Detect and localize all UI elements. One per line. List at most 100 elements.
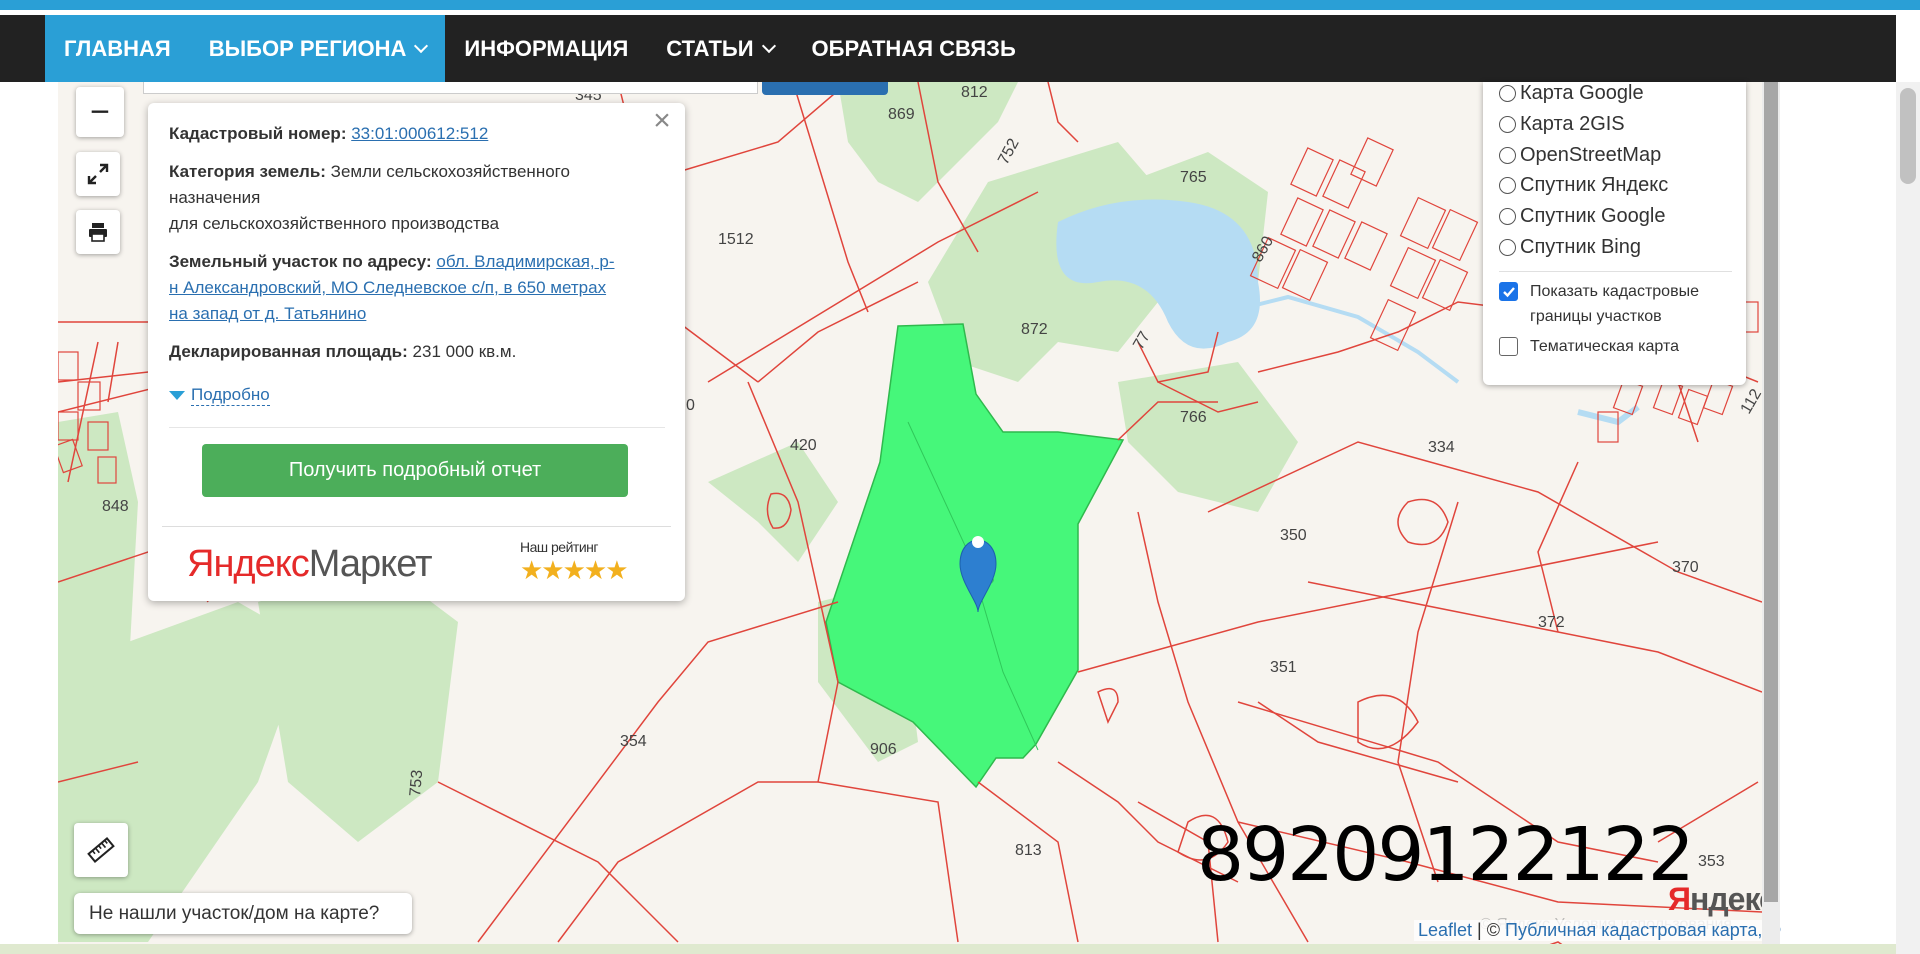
show-cadastral-label: Показать кадастровые границы участков [1530, 279, 1699, 329]
yandex-market-badge[interactable]: ЯндексМаркет Наш рейтинг ★★★★★ [162, 526, 671, 601]
measure-button[interactable] [74, 823, 128, 877]
stream [1577, 404, 1640, 426]
nav-item-label: ИНФОРМАЦИЯ [464, 36, 629, 61]
land-category-row: Категория земель: Земли сельскохозяйстве… [169, 159, 570, 237]
land-category-value: Земли сельскохозяйственного [330, 162, 570, 181]
map-label: 765 [1180, 169, 1207, 186]
details-toggle[interactable]: Подробно [169, 385, 270, 406]
cadastral-number-row: Кадастровый номер: 33:01:000612:512 [169, 121, 488, 147]
pkk-link[interactable]: Публичная кадастровая карта, © [1505, 920, 1781, 940]
chevron-down-icon [761, 38, 776, 53]
nav-item-region[interactable]: ВЫБОР РЕГИОНА [189, 15, 446, 82]
map-label: 370 [1672, 559, 1699, 576]
checkbox-unchecked[interactable] [1499, 337, 1518, 356]
stream [1227, 294, 1460, 384]
radio-button[interactable] [1499, 85, 1516, 102]
not-found-button[interactable]: Не нашли участок/дом на карте? [74, 893, 412, 934]
attribution-separator: | © [1472, 920, 1505, 940]
search-button[interactable] [762, 82, 888, 95]
address-row: Земельный участок по адресу: обл. Владим… [169, 249, 614, 327]
top-accent-bar [0, 0, 1920, 10]
layer-option-label: OpenStreetMap [1520, 144, 1662, 166]
watermark-letter: Я [1668, 881, 1691, 917]
layer-option-2gis[interactable]: Карта 2GIS [1499, 113, 1625, 136]
map-label: 848 [102, 498, 129, 515]
layer-option-label: Карта Google [1520, 82, 1644, 104]
fullscreen-button[interactable] [76, 152, 120, 196]
forest-area [258, 562, 458, 842]
address-link[interactable]: н Александровский, МО Следневское с/п, в… [169, 278, 606, 297]
bottom-strip [0, 944, 1896, 954]
star-rating-icon: ★★★★★ [520, 555, 629, 585]
scrollbar-thumb[interactable] [1900, 88, 1916, 184]
map-label: 350 [1280, 527, 1307, 544]
phone-overlay: 89209122122 [1197, 812, 1695, 898]
map-label: 112 [1738, 386, 1762, 417]
nav-item-home[interactable]: ГЛАВНАЯ [45, 15, 190, 82]
map-label: 906 [870, 741, 897, 758]
radio-button[interactable] [1499, 147, 1516, 164]
zoom-out-button[interactable]: − [76, 87, 124, 137]
map-label: 812 [961, 84, 988, 101]
checkbox-checked[interactable] [1499, 282, 1518, 301]
chevron-down-icon [414, 38, 429, 53]
nav-item-feedback[interactable]: ОБРАТНАЯ СВЯЗЬ [793, 15, 1035, 82]
page-scrollbar[interactable] [1896, 82, 1920, 954]
leaflet-link[interactable]: Leaflet [1418, 920, 1472, 940]
map-label: 372 [1538, 614, 1565, 631]
cadastral-number-label: Кадастровый номер: [169, 124, 347, 143]
show-cadastral-toggle[interactable]: Показать кадастровые границы участков [1499, 279, 1699, 329]
map-label: 351 [1270, 659, 1297, 676]
address-link[interactable]: на запад от д. Татьянино [169, 304, 366, 323]
parcel-info-popup: × Кадастровый номер: 33:01:000612:512 Ка… [148, 103, 685, 601]
logo-text-gray: Маркет [308, 543, 433, 585]
cadastral-number-link[interactable]: 33:01:000612:512 [351, 124, 488, 143]
radio-button[interactable] [1499, 116, 1516, 133]
map-label: 752 [995, 136, 1023, 168]
printer-icon [89, 223, 107, 242]
details-toggle-label: Подробно [191, 385, 270, 406]
nav-item-articles[interactable]: СТАТЬИ [647, 15, 792, 82]
layer-option-yandex-sat[interactable]: Спутник Яндекс [1499, 174, 1668, 197]
address-label: Земельный участок по адресу: [169, 252, 432, 271]
layer-option-label: Спутник Яндекс [1520, 174, 1669, 196]
land-category-label: Категория земель: [169, 162, 326, 181]
thematic-map-label: Тематическая карта [1530, 338, 1680, 355]
map-label: 353 [1698, 853, 1725, 870]
checkbox-label-line: границы участков [1530, 308, 1662, 325]
get-report-button[interactable]: Получить подробный отчет [202, 444, 628, 497]
rating-label: Наш рейтинг [520, 539, 598, 555]
layer-option-bing-sat[interactable]: Спутник Bing [1499, 236, 1641, 259]
nav-item-label: ГЛАВНАЯ [64, 36, 171, 61]
check-icon [1502, 286, 1515, 297]
nav-item-info[interactable]: ИНФОРМАЦИЯ [445, 15, 647, 82]
layers-panel: Карта Google Карта 2GIS OpenStreetMap Сп… [1483, 82, 1746, 385]
map-label: 872 [1021, 321, 1048, 338]
nav-items: ГЛАВНАЯ ВЫБОР РЕГИОНА ИНФОРМАЦИЯ СТАТЬИ … [45, 15, 1035, 82]
radio-button[interactable] [1499, 208, 1516, 225]
layer-option-google-map[interactable]: Карта Google [1499, 82, 1644, 105]
radio-button[interactable] [1499, 177, 1516, 194]
map-attribution: Leaflet | © Публичная кадастровая карта,… [1414, 920, 1785, 941]
layer-option-google-sat[interactable]: Спутник Google [1499, 205, 1665, 228]
address-link[interactable]: обл. Владимирская, р- [436, 252, 614, 271]
scrollbar-thumb[interactable] [1764, 82, 1778, 902]
checkbox-label-line: Показать кадастровые [1530, 283, 1699, 300]
radio-button[interactable] [1499, 239, 1516, 256]
address-search-input[interactable] [143, 82, 758, 94]
divider [169, 427, 665, 428]
yandex-market-logo: ЯндексМаркет [187, 543, 433, 586]
map-label: 354 [620, 733, 647, 750]
layer-option-osm[interactable]: OpenStreetMap [1499, 144, 1661, 167]
map-scrollbar[interactable] [1762, 82, 1780, 944]
map-label: 334 [1428, 439, 1455, 456]
print-button[interactable] [76, 210, 120, 254]
triangle-down-icon [169, 391, 185, 400]
forest-area [1118, 362, 1298, 512]
map-label: 766 [1180, 409, 1207, 426]
thematic-map-toggle[interactable]: Тематическая карта [1499, 334, 1679, 359]
minus-icon: − [90, 93, 110, 131]
declared-area-label: Декларированная площадь: [169, 342, 408, 361]
close-icon[interactable]: × [649, 106, 675, 136]
forest-area [708, 442, 838, 562]
